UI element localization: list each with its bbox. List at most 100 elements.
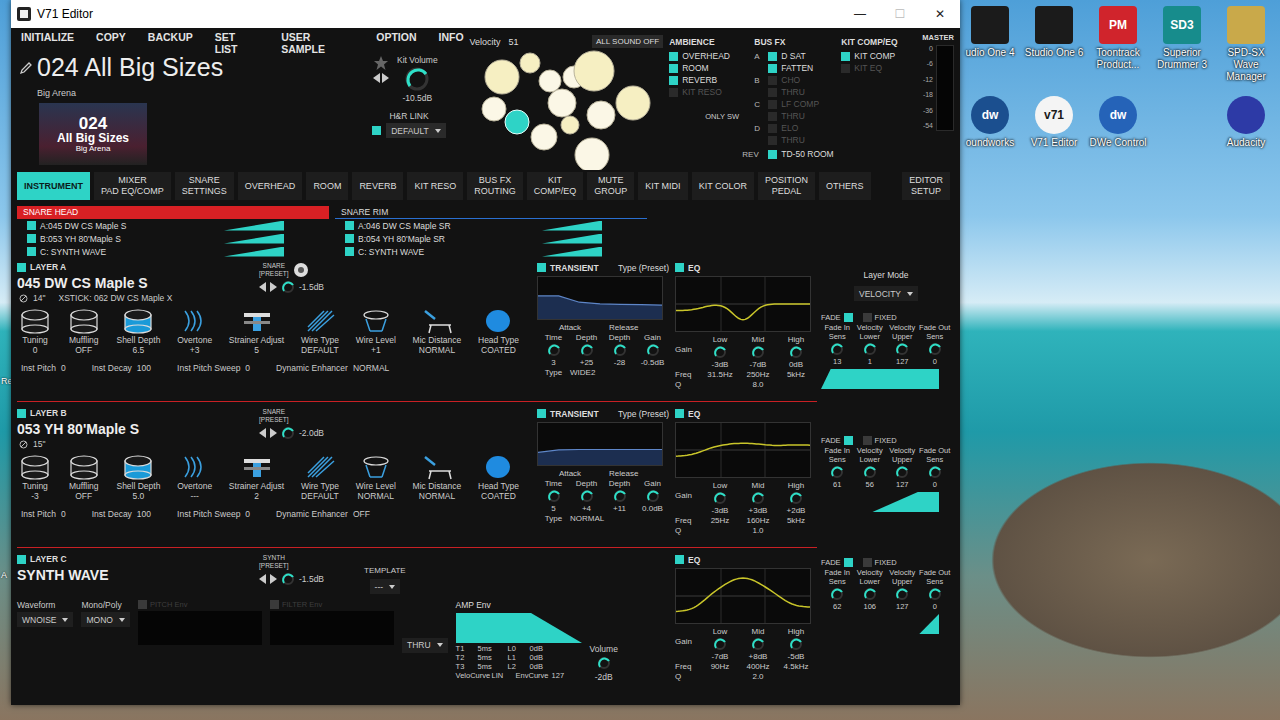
fade-knob[interactable]: [863, 465, 877, 479]
ambience-toggle[interactable]: OVERHEAD: [669, 50, 748, 62]
bus-fx-toggle[interactable]: THRU: [768, 110, 819, 122]
fixed-checkbox[interactable]: [863, 313, 872, 322]
instrument-param[interactable]: Dynamic EnhancerOFF: [276, 509, 370, 519]
instrument-param[interactable]: Inst Decay100: [92, 363, 151, 373]
level-knob[interactable]: [281, 572, 295, 586]
hr-link-dropdown[interactable]: DEFAULT: [386, 123, 446, 138]
pad[interactable]: [616, 86, 650, 120]
instrument-param[interactable]: Inst Decay100: [92, 509, 151, 519]
transient-knob[interactable]: [547, 343, 561, 357]
desktop-icon[interactable]: SD3Superior Drummer 3: [1150, 4, 1214, 94]
next-instrument-icon[interactable]: [270, 428, 277, 438]
pad[interactable]: [531, 124, 557, 150]
pad[interactable]: [482, 97, 506, 121]
tab[interactable]: KIT MIDI: [638, 172, 687, 200]
tab[interactable]: MUTE GROUP: [587, 172, 634, 200]
tab[interactable]: OVERHEAD: [238, 172, 303, 200]
transient-knob[interactable]: [613, 343, 627, 357]
menu-item[interactable]: COPY: [96, 31, 126, 47]
tab[interactable]: SNARE SETTINGS: [175, 172, 234, 200]
mono-poly-dropdown[interactable]: MONO: [81, 612, 129, 627]
menu-item[interactable]: OPTION: [376, 31, 416, 47]
menu-item[interactable]: BACKUP: [148, 31, 193, 47]
menu-item[interactable]: INITIALIZE: [21, 31, 74, 47]
pencil-icon[interactable]: [19, 61, 33, 75]
snare-layer-row[interactable]: B:054 YH 80'Maple SR: [335, 232, 647, 245]
eq-gain-knob[interactable]: [751, 637, 765, 651]
fade-knob[interactable]: [928, 587, 942, 601]
eq-gain-knob[interactable]: [713, 637, 727, 651]
fade-checkbox[interactable]: [844, 436, 853, 445]
bus-fx-toggle[interactable]: CHO: [768, 74, 805, 86]
level-knob[interactable]: [281, 426, 295, 440]
transient-checkbox[interactable]: [537, 409, 546, 418]
instrument-param[interactable]: Wire TypeDEFAULT: [301, 453, 339, 501]
fixed-checkbox[interactable]: [863, 436, 872, 445]
transient-knob[interactable]: [613, 489, 627, 503]
instrument-param[interactable]: Tuning0: [19, 307, 51, 355]
editor-setup-tab[interactable]: EDITOR SETUP: [902, 172, 950, 200]
transient-checkbox[interactable]: [537, 263, 546, 272]
desktop-icon[interactable]: Studio One 6: [1022, 4, 1086, 94]
instrument-name[interactable]: SYNTH WAVE: [17, 567, 249, 583]
tab[interactable]: KIT RESO: [407, 172, 463, 200]
fixed-checkbox[interactable]: [863, 558, 872, 567]
bus-fx-toggle[interactable]: D SAT: [768, 50, 813, 62]
volume-knob[interactable]: [597, 656, 611, 670]
pad[interactable]: [574, 51, 614, 91]
previous-instrument-icon[interactable]: [259, 428, 266, 438]
previous-kit-icon[interactable]: [373, 73, 380, 83]
instrument-param[interactable]: Strainer Adjust2: [229, 453, 284, 501]
fade-knob[interactable]: [863, 587, 877, 601]
menu-item[interactable]: USER SAMPLE: [281, 31, 354, 47]
instrument-param[interactable]: Tuning-3: [19, 453, 51, 501]
next-instrument-icon[interactable]: [270, 282, 277, 292]
snare-layer-row[interactable]: C: SYNTH WAVE: [335, 245, 647, 258]
snare-layer-row[interactable]: A:046 DW CS Maple SR: [335, 219, 647, 232]
instrument-param[interactable]: Shell Depth6.5: [116, 307, 160, 355]
eq-gain-knob[interactable]: [751, 491, 765, 505]
star-icon[interactable]: [373, 55, 389, 71]
tab[interactable]: REVERB: [352, 172, 403, 200]
instrument-param[interactable]: Wire TypeDEFAULT: [301, 307, 339, 355]
snare-layer-row[interactable]: C: SYNTH WAVE: [17, 245, 329, 258]
instrument-param[interactable]: Inst Pitch Sweep0: [177, 509, 250, 519]
ambience-toggle[interactable]: KIT RESO: [669, 86, 748, 98]
all-sound-off-button[interactable]: ALL SOUND OFF: [592, 35, 663, 48]
tab[interactable]: MIXER PAD EQ/COMP: [94, 172, 171, 200]
instrument-param[interactable]: Shell Depth5.0: [116, 453, 160, 501]
template-dropdown[interactable]: ---: [370, 579, 401, 594]
instrument-param[interactable]: Overtone+3: [177, 307, 212, 355]
layer-checkbox[interactable]: [17, 263, 26, 272]
level-knob[interactable]: [281, 280, 295, 294]
snare-layer-row[interactable]: A:045 DW CS Maple S: [17, 219, 329, 232]
tab[interactable]: ROOM: [306, 172, 348, 200]
kit-name[interactable]: 024 All Big Sizes: [37, 53, 223, 82]
tab[interactable]: BUS FX ROUTING: [467, 172, 523, 200]
instrument-param[interactable]: Head TypeCOATED: [478, 453, 519, 501]
snare-list-tab[interactable]: SNARE RIM: [335, 206, 647, 219]
instrument-name[interactable]: 045 DW CS Maple S: [17, 275, 249, 291]
tab[interactable]: KIT COLOR: [692, 172, 754, 200]
eq-checkbox[interactable]: [675, 263, 684, 272]
menu-item[interactable]: SET LIST: [215, 31, 259, 47]
fade-knob[interactable]: [895, 587, 909, 601]
desktop-icon[interactable]: dwoundworks: [958, 94, 1022, 184]
next-kit-icon[interactable]: [382, 73, 389, 83]
eq-gain-knob[interactable]: [751, 345, 765, 359]
fade-knob[interactable]: [830, 342, 844, 356]
fade-knob[interactable]: [895, 465, 909, 479]
fade-checkbox[interactable]: [844, 313, 853, 322]
pad[interactable]: [575, 138, 609, 170]
eq-gain-knob[interactable]: [789, 345, 803, 359]
window-button[interactable]: ✕: [920, 7, 960, 21]
filter-type-dropdown[interactable]: THRU: [402, 638, 448, 653]
fade-knob[interactable]: [863, 342, 877, 356]
desktop-icon[interactable]: dwDWe Control: [1086, 94, 1150, 184]
pad[interactable]: [520, 53, 540, 73]
layer-checkbox[interactable]: [17, 555, 26, 564]
instrument-param[interactable]: Dynamic EnhancerNORMAL: [276, 363, 389, 373]
bus-fx-toggle[interactable]: THRU: [768, 134, 805, 146]
instrument-param[interactable]: Wire LevelNORMAL: [356, 453, 396, 501]
instrument-param[interactable]: Mic DistanceNORMAL: [413, 453, 462, 501]
